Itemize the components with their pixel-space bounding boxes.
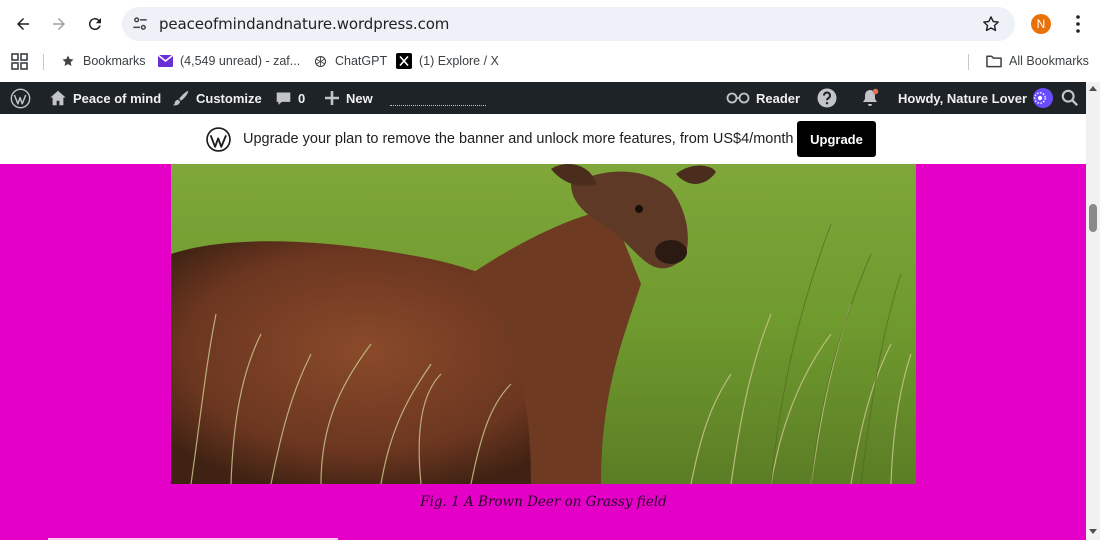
reader-label: Reader — [756, 90, 801, 106]
brush-icon — [172, 90, 189, 106]
search-button[interactable] — [1061, 82, 1085, 114]
kebab-icon[interactable] — [1070, 13, 1086, 35]
apps-grid-icon — [11, 52, 28, 70]
notifications-button[interactable] — [860, 82, 886, 114]
help-button[interactable] — [817, 82, 843, 114]
bookmarks-divider — [43, 54, 44, 70]
home-icon — [50, 90, 66, 106]
banner-text: Upgrade your plan to remove the banner a… — [243, 131, 794, 147]
new-content-menu[interactable]: New — [324, 82, 373, 114]
bookmark-label: ChatGPT — [335, 54, 388, 68]
scroll-down-icon[interactable] — [1089, 529, 1097, 534]
new-label: New — [346, 90, 373, 106]
glasses-icon — [726, 92, 750, 104]
mail-icon — [157, 53, 173, 69]
bookmark-label: (1) Explore / X — [419, 54, 499, 68]
search-icon — [1061, 89, 1079, 107]
arrow-left-icon — [17, 18, 29, 30]
back-button[interactable] — [9, 10, 37, 38]
reload-button[interactable] — [81, 10, 109, 38]
address-bar[interactable]: peaceofmindandnature.wordpress.com — [122, 7, 1015, 41]
bookmark-bookmarks[interactable]: Bookmarks — [60, 48, 146, 74]
all-bookmarks-button[interactable]: All Bookmarks — [986, 48, 1089, 74]
bookmarks-bar: Bookmarks (4,549 unread) - zaf... ChatGP… — [0, 48, 1100, 82]
wordpress-icon — [206, 127, 231, 152]
bookmark-label: Bookmarks — [83, 54, 146, 68]
tune-icon[interactable] — [130, 14, 150, 34]
help-icon — [817, 88, 837, 108]
url-text[interactable]: peaceofmindandnature.wordpress.com — [159, 15, 449, 33]
user-avatar — [1033, 88, 1054, 108]
account-menu[interactable]: Howdy, Nature Lover — [898, 82, 1054, 114]
upgrade-banner: Upgrade your plan to remove the banner a… — [0, 114, 1086, 164]
bookmarks-divider — [968, 54, 969, 70]
chatgpt-icon — [312, 53, 328, 69]
reload-icon — [88, 18, 101, 31]
star-icon — [60, 53, 76, 69]
deer-photo — [171, 164, 916, 484]
figure-caption: Fig. 1 A Brown Deer on Grassy field — [420, 494, 667, 510]
forward-button[interactable] — [45, 10, 73, 38]
browser-toolbar: peaceofmindandnature.wordpress.com N — [0, 0, 1100, 48]
arrow-right-icon — [53, 18, 65, 30]
admin-bar-dotted-divider — [390, 105, 486, 107]
x-icon — [396, 53, 412, 69]
site-name-menu[interactable]: Peace of mind — [49, 82, 161, 114]
scroll-thumb[interactable] — [1089, 204, 1097, 232]
bookmark-label: (4,549 unread) - zaf... — [180, 54, 301, 68]
upgrade-button[interactable]: Upgrade — [797, 121, 876, 157]
site-name: Peace of mind — [73, 90, 162, 106]
scroll-up-icon[interactable] — [1089, 86, 1097, 91]
bell-icon — [863, 88, 879, 106]
comment-icon — [276, 92, 291, 105]
page-scrollbar[interactable] — [1086, 82, 1100, 540]
bookmark-mail[interactable]: (4,549 unread) - zaf... — [157, 48, 300, 74]
reader-link[interactable]: Reader — [726, 82, 800, 114]
all-bookmarks-label: All Bookmarks — [1009, 54, 1089, 68]
comments-count: 0 — [298, 90, 306, 106]
plus-icon — [325, 91, 339, 105]
bookmark-x[interactable]: (1) Explore / X — [396, 48, 499, 74]
comments-link[interactable]: 0 — [275, 82, 305, 114]
howdy-label: Howdy, Nature Lover — [898, 90, 1028, 106]
apps-button[interactable] — [11, 48, 28, 74]
wp-admin-bar: Peace of mind Customize 0 New Reader How… — [0, 82, 1086, 114]
star-outline-icon[interactable] — [981, 14, 1001, 34]
wp-logo-menu[interactable] — [10, 82, 37, 114]
folder-icon — [986, 53, 1002, 69]
customize-label: Customize — [196, 90, 262, 106]
customize-link[interactable]: Customize — [172, 82, 262, 114]
wordpress-icon — [10, 88, 31, 108]
profile-avatar[interactable]: N — [1031, 14, 1051, 34]
bookmark-chatgpt[interactable]: ChatGPT — [312, 48, 387, 74]
